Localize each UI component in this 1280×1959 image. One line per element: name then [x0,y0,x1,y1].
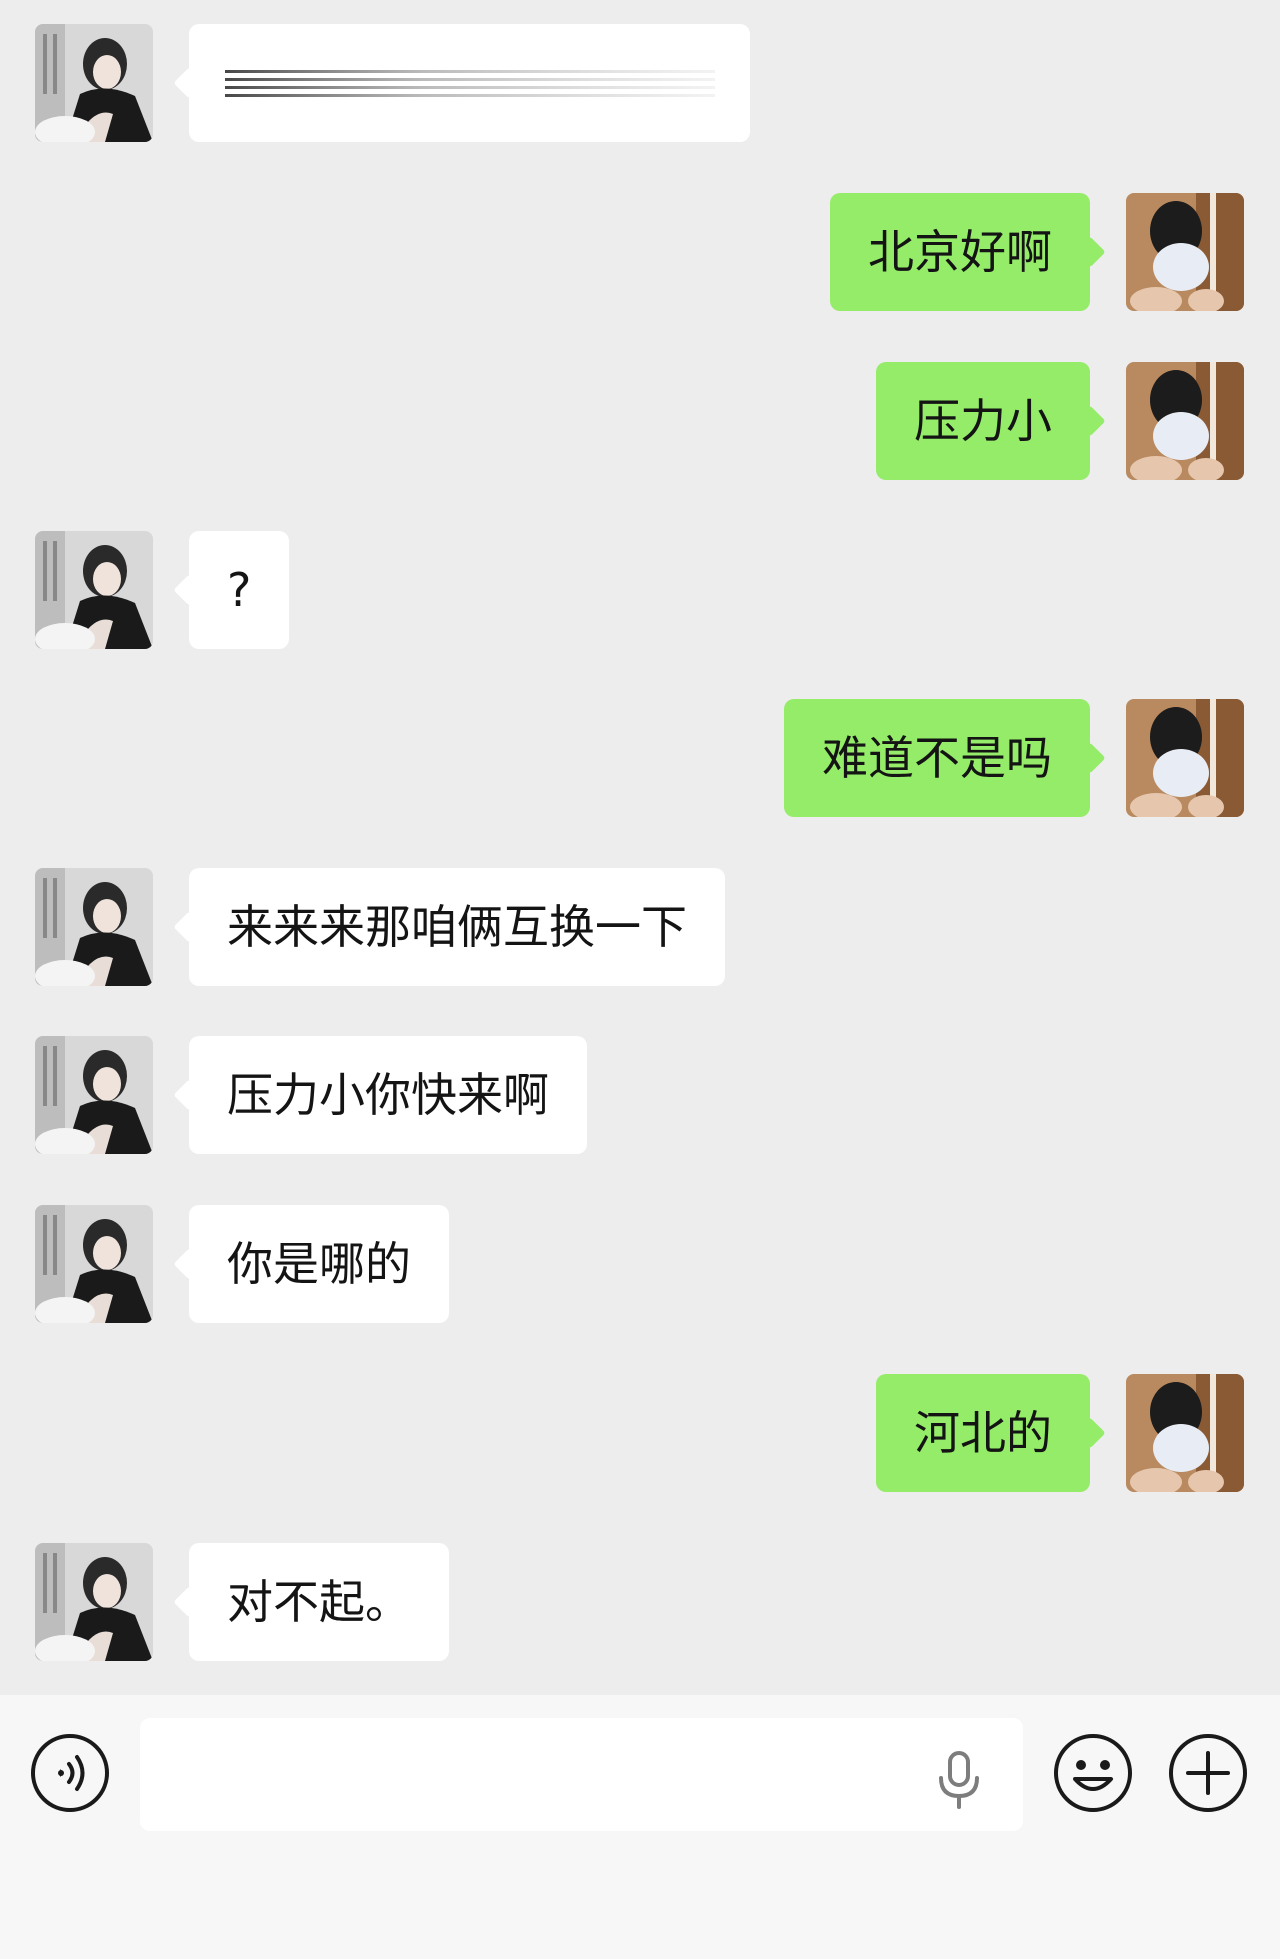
message-input[interactable] [140,1718,1023,1831]
user-avatar[interactable] [1126,362,1244,480]
user-avatar[interactable] [1126,699,1244,817]
message-bubble[interactable]: 难道不是吗 [784,699,1090,817]
message-text: ? [227,563,252,617]
blurred-text [225,70,715,97]
message-bubble[interactable]: 压力小你快来啊 [189,1036,587,1154]
message-bubble[interactable]: 压力小 [876,362,1090,480]
message-incoming: 你是哪的 [0,1205,1280,1323]
message-incoming: ? [0,531,1280,649]
message-outgoing: 河北的 [0,1374,1280,1492]
message-text: 难道不是吗 [822,731,1052,785]
message-incoming [0,24,1280,142]
message-outgoing: 难道不是吗 [0,699,1280,817]
message-bubble[interactable]: 你是哪的 [189,1205,449,1323]
contact-avatar[interactable] [35,868,153,986]
user-avatar[interactable] [1126,193,1244,311]
contact-avatar[interactable] [35,24,153,142]
chat-area: 北京好啊 压力小 ? 难道不是吗 来来来那咱俩互换一下 压力小你快来啊 你是哪的… [0,0,1280,1695]
message-text: 压力小 [914,394,1052,448]
message-outgoing: 压力小 [0,362,1280,480]
input-bar [0,1695,1280,1959]
message-bubble[interactable]: 河北的 [876,1374,1090,1492]
message-text: 对不起。 [227,1575,411,1629]
contact-avatar[interactable] [35,1543,153,1661]
message-outgoing: 北京好啊 [0,193,1280,311]
contact-avatar[interactable] [35,531,153,649]
message-bubble[interactable]: 来来来那咱俩互换一下 [189,868,725,986]
contact-avatar[interactable] [35,1205,153,1323]
emoji-icon[interactable] [1053,1733,1133,1813]
user-avatar[interactable] [1126,1374,1244,1492]
message-text: 河北的 [914,1406,1052,1460]
message-text: 北京好啊 [868,225,1052,279]
contact-avatar[interactable] [35,1036,153,1154]
message-text: 压力小你快来啊 [227,1068,549,1122]
message-incoming: 来来来那咱俩互换一下 [0,868,1280,986]
message-incoming: 压力小你快来啊 [0,1036,1280,1154]
message-text: 你是哪的 [227,1237,411,1291]
message-bubble[interactable]: ? [189,531,290,649]
message-bubble[interactable]: 对不起。 [189,1543,449,1661]
message-text: 来来来那咱俩互换一下 [227,900,687,954]
voice-icon[interactable] [30,1733,110,1813]
plus-icon[interactable] [1168,1733,1248,1813]
message-bubble[interactable]: 北京好啊 [830,193,1090,311]
message-bubble[interactable] [189,24,750,142]
message-incoming: 对不起。 [0,1543,1280,1661]
microphone-icon[interactable] [935,1750,983,1810]
